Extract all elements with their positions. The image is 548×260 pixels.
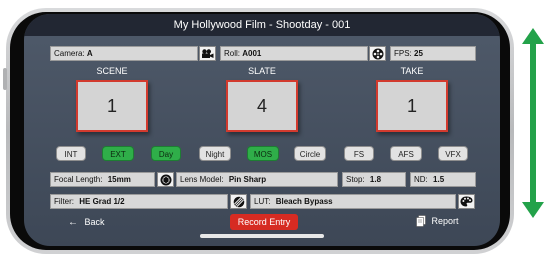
palette-icon xyxy=(460,196,473,207)
nd-field[interactable]: ND: 1.5 xyxy=(410,172,476,187)
lens-select-button[interactable] xyxy=(157,172,174,187)
filter-icon xyxy=(233,196,244,207)
roll-value: A001 xyxy=(242,49,262,58)
app-screen: My Hollywood Film - Shootday - 001 Camer… xyxy=(24,14,500,246)
lut-value: Bleach Bypass xyxy=(275,197,333,206)
focal-length-label: Focal Length: xyxy=(54,175,103,184)
back-label: Back xyxy=(84,217,105,227)
filter-select-button[interactable] xyxy=(230,194,247,209)
roll-select-button[interactable] xyxy=(369,46,386,61)
roll-label: Roll: xyxy=(224,49,241,58)
roll-field[interactable]: Roll: A001 xyxy=(220,46,368,61)
take-label: TAKE xyxy=(400,66,424,76)
report-label: Report xyxy=(431,216,459,226)
vertical-arrow-icon xyxy=(522,28,544,218)
toggle-fs[interactable]: FS xyxy=(344,146,374,161)
lens-aperture-icon xyxy=(160,174,171,185)
toggle-vfx[interactable]: VFX xyxy=(438,146,468,161)
scene-label: SCENE xyxy=(96,66,128,76)
toggle-day[interactable]: Day xyxy=(151,146,181,161)
window-title: My Hollywood Film - Shootday - 001 xyxy=(24,14,500,36)
record-entry-button[interactable]: Record Entry xyxy=(230,214,298,230)
toggle-circle[interactable]: Circle xyxy=(294,146,326,161)
lut-select-button[interactable] xyxy=(458,194,475,209)
toggle-int[interactable]: INT xyxy=(56,146,86,161)
toggle-ext[interactable]: EXT xyxy=(102,146,134,161)
camera-icon xyxy=(202,48,214,58)
report-icon xyxy=(416,215,426,227)
fps-field[interactable]: FPS: 25 xyxy=(390,46,476,61)
home-indicator xyxy=(200,234,324,238)
lut-label: LUT: xyxy=(254,197,271,206)
toggle-night[interactable]: Night xyxy=(199,146,231,161)
stop-label: Stop: xyxy=(346,175,365,184)
focal-length-value: 15mm xyxy=(107,175,131,184)
filter-value: HE Grad 1/2 xyxy=(79,197,125,206)
lens-model-label: Lens Model: xyxy=(180,175,224,184)
camera-notch xyxy=(10,82,22,174)
slate-counter[interactable]: 4 xyxy=(226,80,298,132)
lut-field[interactable]: LUT: Bleach Bypass xyxy=(250,194,456,209)
back-arrow-icon: ← xyxy=(68,217,78,228)
camera-value: A xyxy=(86,49,93,58)
camera-field[interactable]: Camera: A xyxy=(50,46,198,61)
filter-field[interactable]: Filter: HE Grad 1/2 xyxy=(50,194,228,209)
camera-select-button[interactable] xyxy=(199,46,216,61)
film-reel-icon xyxy=(372,48,383,59)
toggle-afs[interactable]: AFS xyxy=(390,146,422,161)
stop-field[interactable]: Stop: 1.8 xyxy=(342,172,406,187)
lens-model-value: Pin Sharp xyxy=(228,175,267,184)
camera-label: Camera: xyxy=(54,49,85,58)
take-counter[interactable]: 1 xyxy=(376,80,448,132)
fps-value: 25 xyxy=(414,49,423,58)
fps-label: FPS: xyxy=(394,49,412,58)
back-button[interactable]: ← Back xyxy=(68,217,105,228)
nd-label: ND: xyxy=(414,175,428,184)
report-button[interactable]: Report xyxy=(416,215,459,227)
filter-label: Filter: xyxy=(54,197,74,206)
nd-value: 1.5 xyxy=(433,175,445,184)
slate-label: SLATE xyxy=(248,66,276,76)
scene-counter[interactable]: 1 xyxy=(76,80,148,132)
volume-button xyxy=(3,68,7,90)
stop-value: 1.8 xyxy=(369,175,382,184)
toggle-mos[interactable]: MOS xyxy=(247,146,279,161)
lens-model-field[interactable]: Lens Model: Pin Sharp xyxy=(176,172,338,187)
focal-length-field[interactable]: Focal Length: 15mm xyxy=(50,172,155,187)
